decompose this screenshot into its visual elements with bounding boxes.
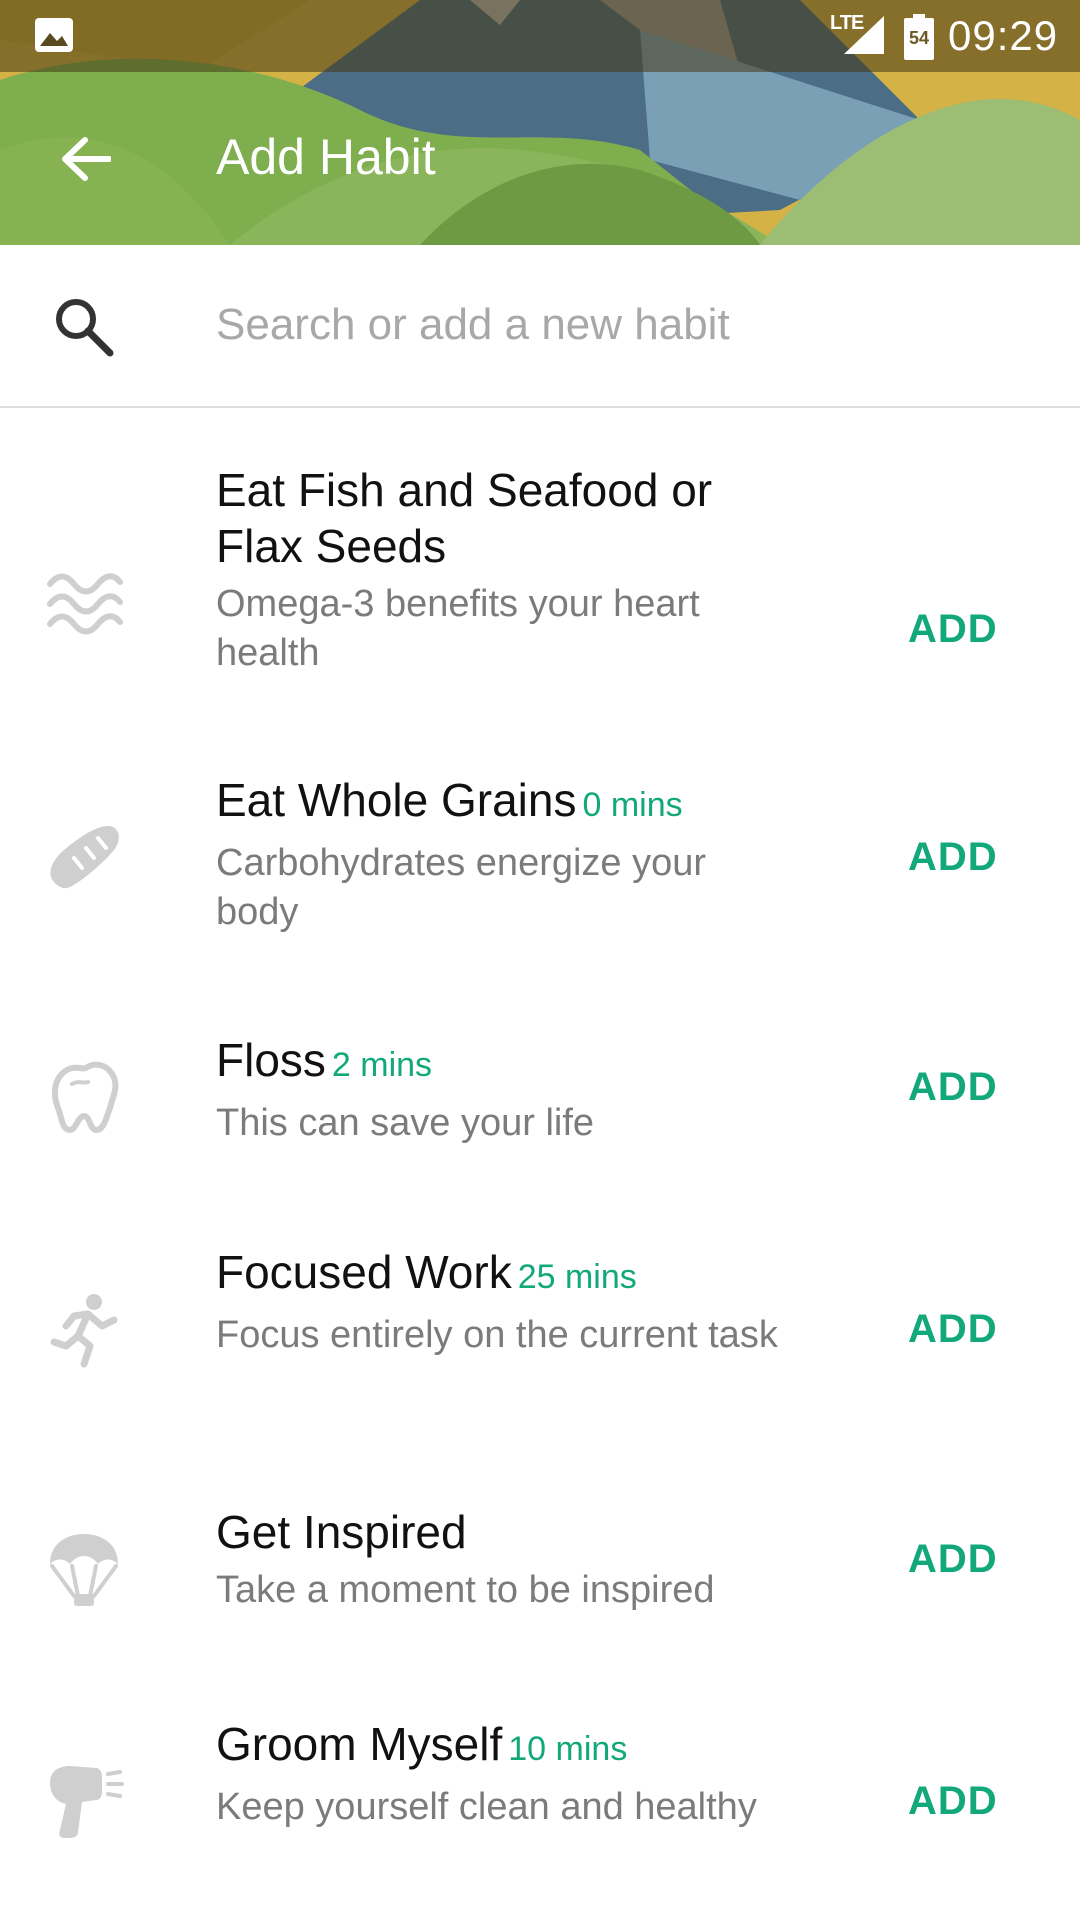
add-habit-button[interactable]: ADD	[908, 1766, 1048, 1836]
search-icon	[56, 299, 114, 357]
habit-duration: 25 mins	[517, 1258, 637, 1296]
search-input[interactable]	[216, 285, 1036, 365]
battery-level: 54	[908, 28, 930, 48]
habit-subtitle: Take a moment to be inspired	[216, 1569, 715, 1611]
habit-duration: 0 mins	[582, 786, 683, 824]
habit-subtitle: Keep yourself clean and healthy	[216, 1786, 757, 1828]
habit-row[interactable]: Floss 2 mins This can save your life ADD	[0, 1032, 1080, 1144]
tooth-icon	[51, 1061, 119, 1133]
add-habit-button[interactable]: ADD	[908, 1294, 1048, 1364]
hair-dryer-icon	[50, 1766, 124, 1838]
habit-row[interactable]: Groom Myself 10 mins Keep yourself clean …	[0, 1716, 1080, 1866]
add-habit-button[interactable]: ADD	[908, 594, 1048, 664]
status-time: 09:29	[948, 12, 1059, 59]
add-habit-screen: LTE 54 09:29 Add Habit Search or add a n…	[0, 0, 1080, 1920]
page-title: Add Habit	[216, 129, 436, 185]
habit-duration: 2 mins	[331, 1046, 433, 1084]
status-bar: LTE 54 09:29	[0, 0, 1080, 72]
habit-title: Floss 2 mins	[216, 1034, 433, 1086]
add-habit-button[interactable]: ADD	[908, 822, 1048, 892]
habit-title: Groom Myself 10 mins	[216, 1718, 628, 1770]
habit-subtitle: This can save your life	[216, 1102, 595, 1144]
bread-icon	[50, 826, 119, 889]
add-habit-button[interactable]: ADD	[908, 1052, 1048, 1122]
back-button[interactable]	[48, 126, 122, 192]
parachute-icon	[50, 1534, 118, 1606]
running-person-icon	[50, 1294, 118, 1368]
habit-row[interactable]: Focused Work 25 mins Focus entirely on th…	[0, 1244, 1080, 1394]
waves-icon	[47, 573, 123, 635]
app-header: LTE 54 09:29 Add Habit	[0, 0, 1080, 245]
search-bar	[0, 245, 1080, 408]
habit-title: Eat Fish and Seafood or Flax Seeds	[216, 464, 713, 572]
habit-row[interactable]: Eat Fish and Seafood or Flax Seeds Omega…	[0, 462, 1080, 692]
signal-icon	[844, 16, 884, 54]
arrow-back-icon	[62, 137, 111, 181]
habit-subtitle: Carbohydrates energize your body	[216, 842, 707, 933]
habit-duration: 10 mins	[508, 1730, 628, 1768]
habit-subtitle: Focus entirely on the current task	[216, 1314, 778, 1356]
habit-title: Get Inspired	[216, 1506, 467, 1558]
habit-row[interactable]: Get Inspired Take a moment to be inspire…	[0, 1504, 1080, 1614]
habit-title: Eat Whole Grains 0 mins	[216, 774, 683, 826]
add-habit-button[interactable]: ADD	[908, 1524, 1048, 1594]
habit-row[interactable]: Eat Whole Grains 0 mins Carbohydrates ene…	[0, 772, 1080, 933]
image-notification-icon	[35, 18, 73, 52]
habit-title: Focused Work 25 mins	[216, 1246, 637, 1298]
habit-subtitle: Omega-3 benefits your heart health	[216, 583, 700, 674]
